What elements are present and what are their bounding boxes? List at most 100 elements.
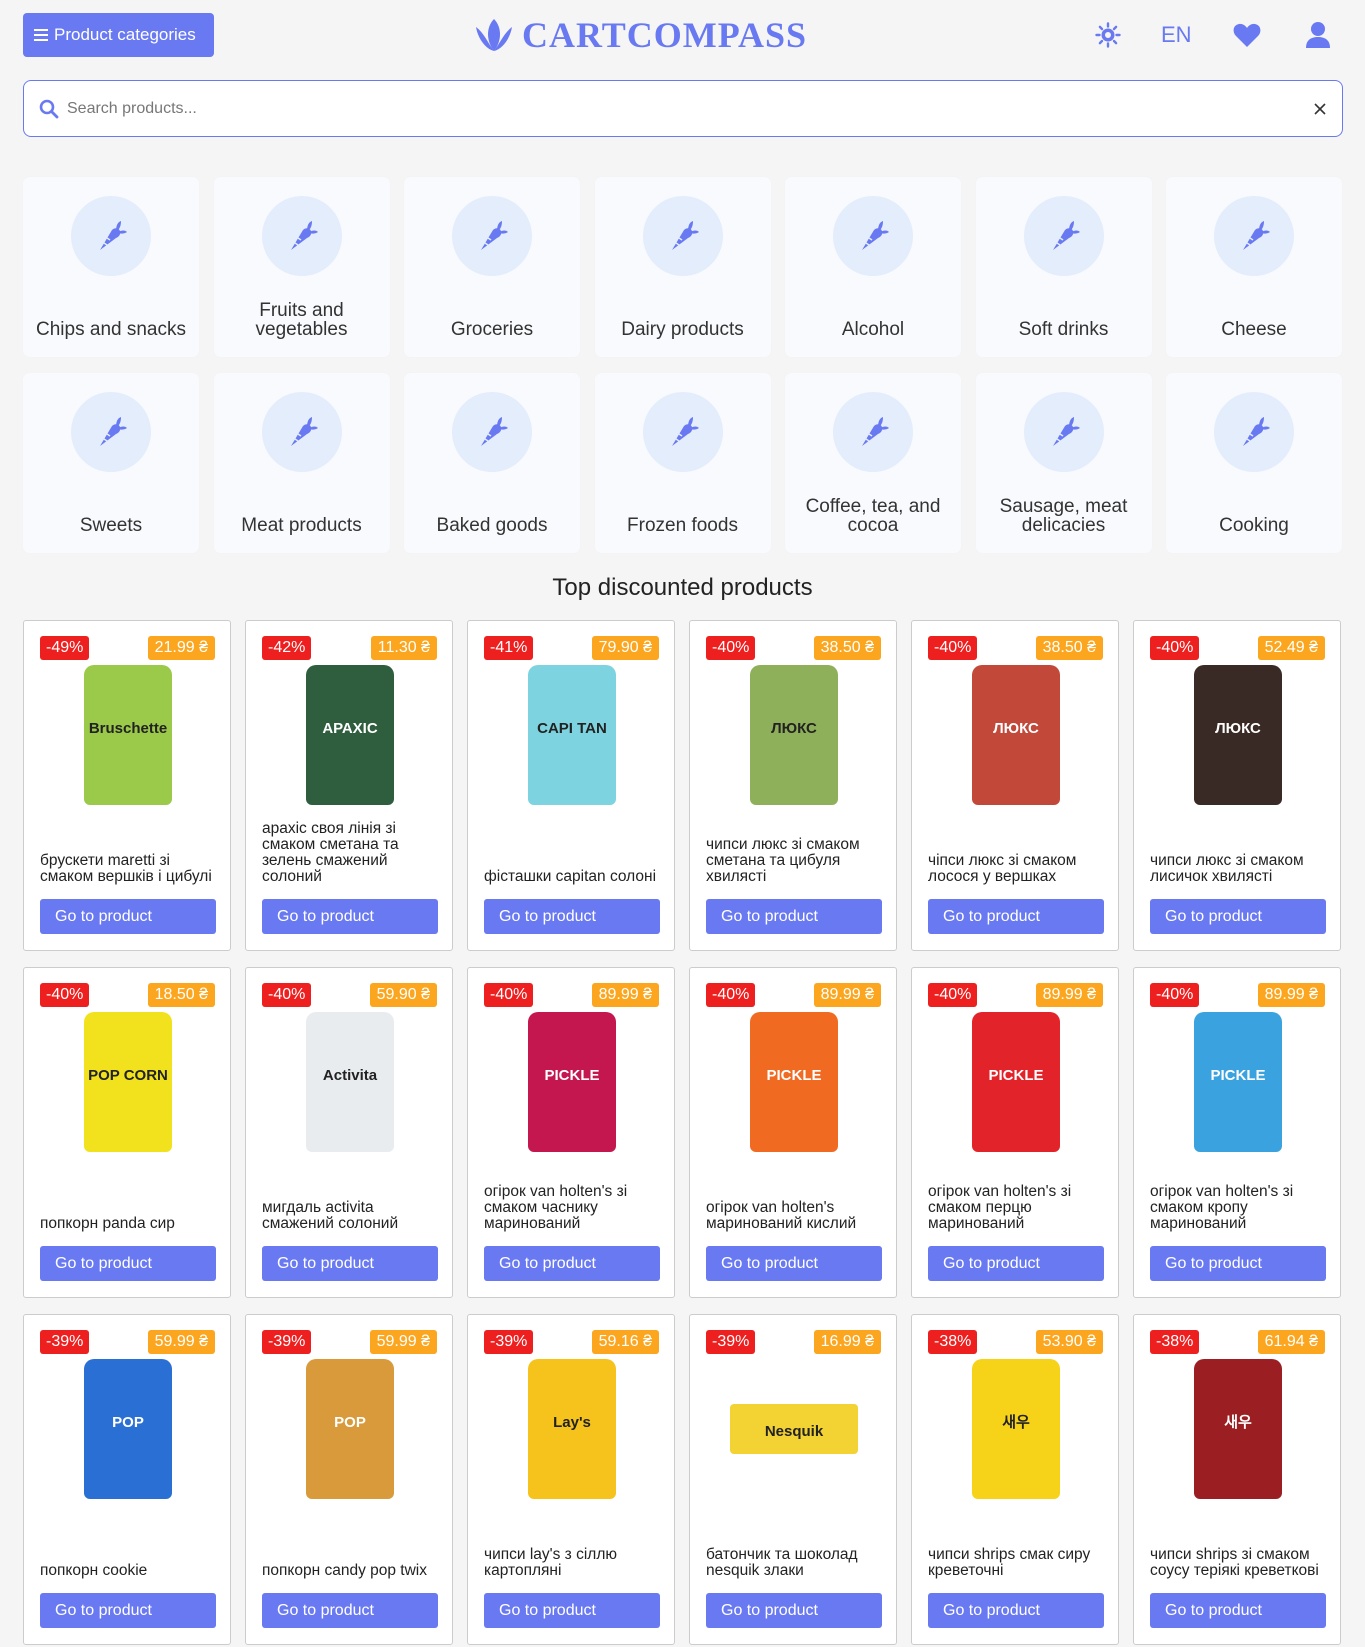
category-icon-circle (1214, 392, 1294, 472)
product-card: -40% 89.99 ₴ PICKLE огірок van holten's мар… (689, 967, 897, 1298)
category-tile[interactable]: Baked goods (404, 373, 580, 553)
go-to-product-button[interactable]: Go to product (928, 1593, 1104, 1628)
user-icon[interactable] (1305, 21, 1331, 49)
product-image[interactable]: Lay's (508, 1355, 636, 1503)
go-to-product-button[interactable]: Go to product (1150, 899, 1326, 934)
go-to-product-button[interactable]: Go to product (484, 1246, 660, 1281)
product-image[interactable]: PICKLE (730, 1008, 858, 1156)
product-card: -39% 59.99 ₴ POP попкорн candy pop twix Go t… (245, 1314, 453, 1645)
product-image[interactable]: 새우 (952, 1355, 1080, 1503)
theme-toggle-icon[interactable] (1095, 22, 1121, 48)
category-tile[interactable]: Fruits and vegetables (213, 177, 390, 357)
category-tile[interactable]: Sausage, meat delicacies (975, 373, 1152, 553)
go-to-product-button[interactable]: Go to product (40, 899, 216, 934)
product-image[interactable]: ЛЮКС (1174, 661, 1302, 809)
go-to-product-button[interactable]: Go to product (928, 1246, 1104, 1281)
menu-icon (34, 26, 48, 44)
price-badge: 38.50 ₴ (813, 636, 881, 660)
product-image[interactable]: Activita (286, 1008, 414, 1156)
category-tile[interactable]: Alcohol (785, 177, 961, 357)
go-to-product-button[interactable]: Go to product (706, 1246, 882, 1281)
category-tile[interactable]: Meat products (213, 373, 390, 553)
discount-badge: -42% (262, 636, 312, 660)
product-categories-button[interactable]: Product categories (23, 13, 214, 57)
product-pack-text: ЛЮКС (771, 720, 817, 737)
logo[interactable]: CARTCOMPASS (474, 12, 807, 58)
product-card: -39% 59.99 ₴ POP попкорн cookie Go to produc… (23, 1314, 231, 1645)
go-to-product-button[interactable]: Go to product (40, 1246, 216, 1281)
heart-icon[interactable] (1233, 22, 1261, 48)
product-card: -40% 18.50 ₴ POP CORN попкорн panda сир Go t… (23, 967, 231, 1298)
product-image[interactable]: ЛЮКС (730, 661, 858, 809)
go-to-product-button[interactable]: Go to product (484, 899, 660, 934)
category-tile[interactable]: Cooking (1166, 373, 1342, 553)
discount-badge: -40% (484, 983, 534, 1007)
category-tile[interactable]: Coffee, tea, and cocoa (785, 373, 961, 553)
category-label: Fruits and vegetables (255, 300, 348, 340)
category-tile[interactable]: Cheese (1166, 177, 1342, 357)
product-pack: POP (306, 1359, 394, 1499)
product-pack: CAPI TAN (528, 665, 616, 805)
product-name: огірок van holten's зі смаком кропу мари… (1150, 1183, 1294, 1232)
go-to-product-button[interactable]: Go to product (1150, 1593, 1326, 1628)
search-input[interactable] (67, 99, 1313, 118)
product-image[interactable]: 새우 (1174, 1355, 1302, 1503)
price-badge: 89.99 ₴ (591, 983, 659, 1007)
product-card: -40% 89.99 ₴ PICKLE огірок van holten's зі … (467, 967, 675, 1298)
product-pack: Nesquik (730, 1404, 858, 1454)
go-to-product-button[interactable]: Go to product (262, 899, 438, 934)
category-tile[interactable]: Groceries (404, 177, 580, 357)
go-to-product-button[interactable]: Go to product (706, 899, 882, 934)
product-pack: 새우 (972, 1359, 1060, 1499)
product-image[interactable]: POP CORN (64, 1008, 192, 1156)
product-name: чипси люкс зі смаком лисичок хвилясті (1150, 852, 1304, 885)
carrot-icon (290, 417, 318, 446)
go-to-product-button[interactable]: Go to product (484, 1593, 660, 1628)
product-name: фісташки capitan солоні (484, 868, 657, 885)
price-badge: 59.99 ₴ (147, 1330, 215, 1354)
category-tile[interactable]: Dairy products (594, 177, 771, 357)
discount-badge: -41% (484, 636, 534, 660)
carrot-icon (481, 417, 508, 446)
carrot-icon (290, 221, 318, 250)
product-image[interactable]: ЛЮКС (952, 661, 1080, 809)
category-tile[interactable]: Soft drinks (975, 177, 1152, 357)
category-tile[interactable]: Sweets (23, 373, 199, 553)
product-image[interactable]: Bruschette (64, 661, 192, 809)
product-image[interactable]: POP (64, 1355, 192, 1503)
product-image[interactable]: PICKLE (508, 1008, 636, 1156)
product-name: чипси lay's з сіллю картопляні (484, 1546, 617, 1579)
go-to-product-button[interactable]: Go to product (262, 1246, 438, 1281)
go-to-product-button[interactable]: Go to product (706, 1593, 882, 1628)
product-image[interactable]: PICKLE (952, 1008, 1080, 1156)
category-label: Groceries (450, 319, 534, 340)
product-image[interactable]: АРАХІС (286, 661, 414, 809)
category-icon-circle (1023, 392, 1104, 472)
carrot-icon (100, 221, 127, 250)
product-card: -38% 53.90 ₴ 새우 чипси shrips смак сиру крев… (911, 1314, 1119, 1645)
carrot-icon (1243, 221, 1270, 250)
product-pack-text: 새우 (1002, 1414, 1030, 1431)
product-image[interactable]: POP (286, 1355, 414, 1503)
go-to-product-button[interactable]: Go to product (1150, 1246, 1326, 1281)
category-label: Alcohol (841, 319, 905, 340)
go-to-product-button[interactable]: Go to product (40, 1593, 216, 1628)
product-pack: POP (84, 1359, 172, 1499)
go-to-product-button[interactable]: Go to product (262, 1593, 438, 1628)
product-pack: 새우 (1194, 1359, 1282, 1499)
carrot-icon (1243, 417, 1270, 446)
category-icon-circle (261, 196, 342, 276)
language-selector[interactable]: EN (1161, 22, 1192, 48)
product-image[interactable]: Nesquik (730, 1355, 858, 1503)
category-label: Meat products (241, 515, 362, 536)
category-label: Sweets (79, 515, 143, 536)
category-tile[interactable]: Chips and snacks (23, 177, 199, 357)
discount-badge: -40% (928, 636, 978, 660)
category-tile[interactable]: Frozen foods (594, 373, 771, 553)
product-image[interactable]: CAPI TAN (508, 661, 636, 809)
category-icon-circle (642, 392, 723, 472)
product-image[interactable]: PICKLE (1174, 1008, 1302, 1156)
go-to-product-button[interactable]: Go to product (928, 899, 1104, 934)
clear-search-icon[interactable] (1313, 102, 1327, 116)
product-pack-text: Bruschette (88, 720, 168, 737)
